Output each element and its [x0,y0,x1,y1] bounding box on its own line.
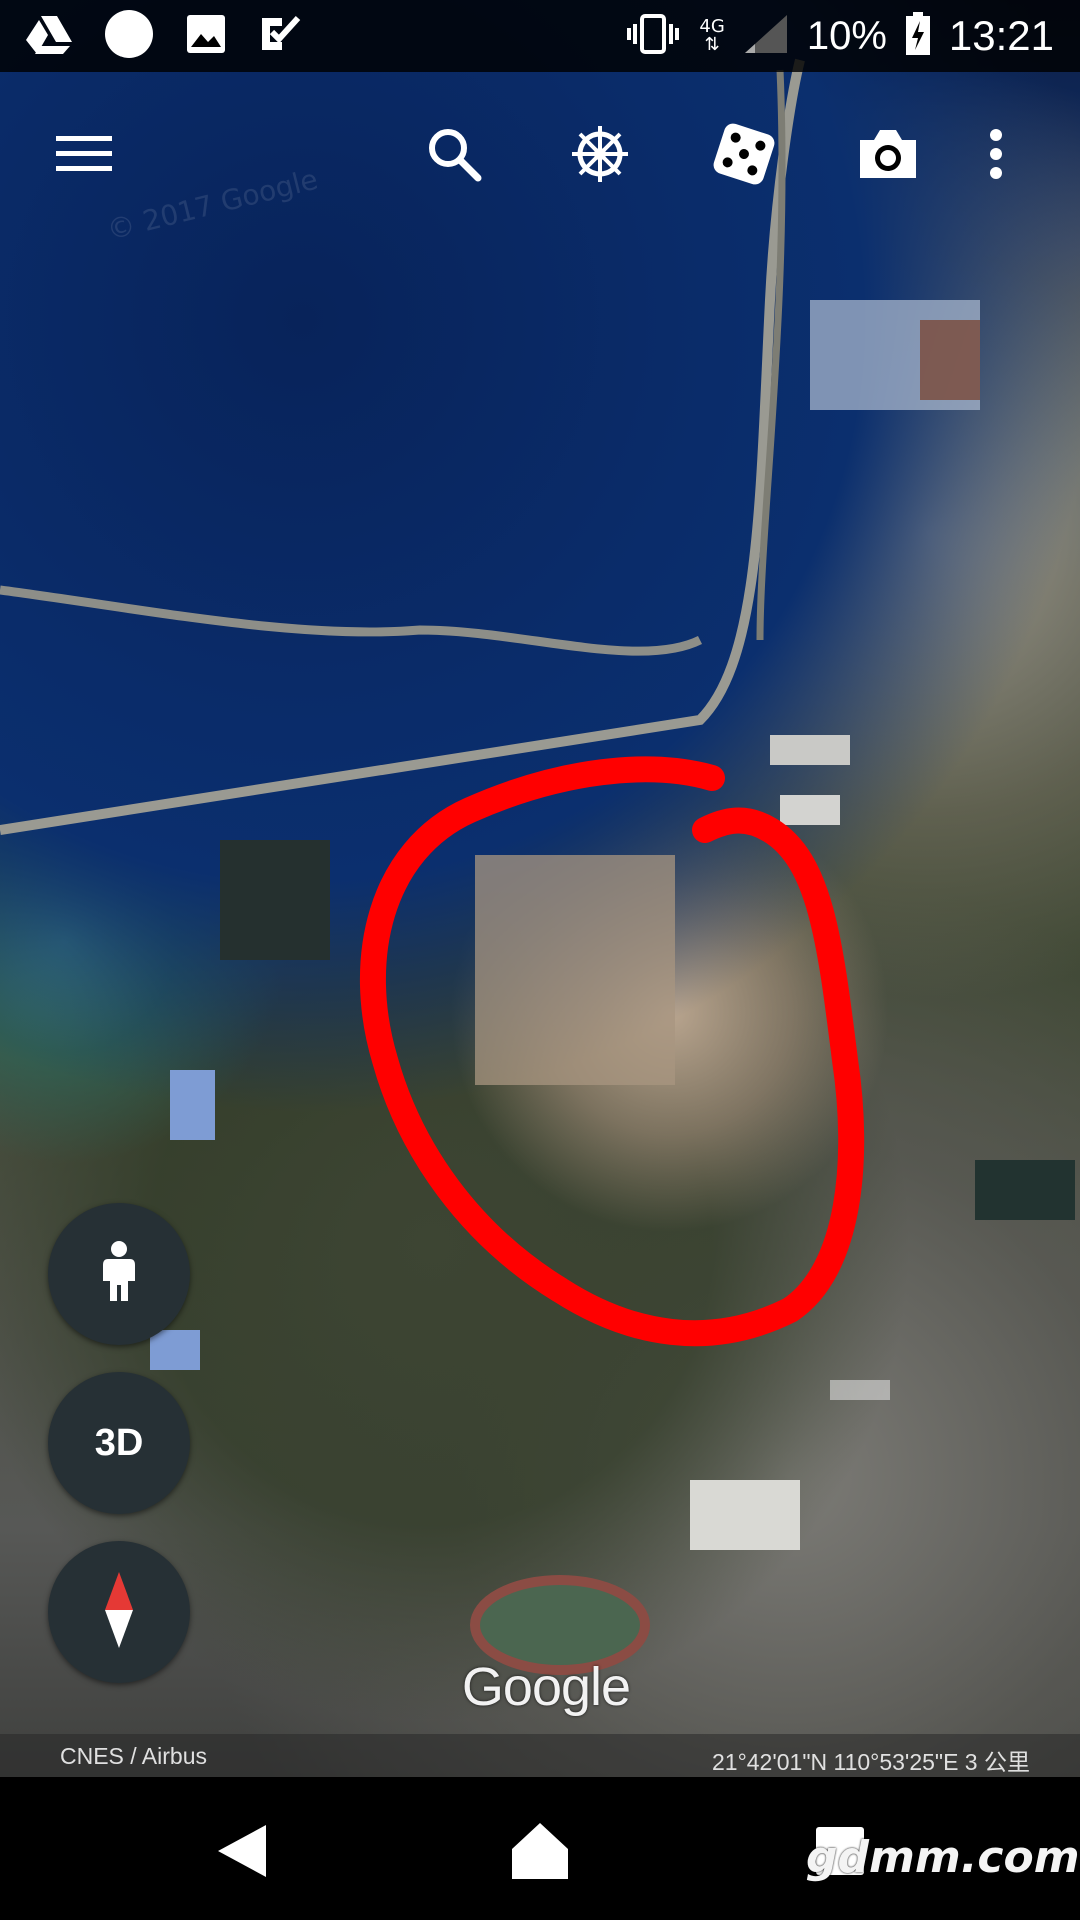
coordinates-scale: 21°42'01"N 110°53'25"E 3 公里 [711,1749,1030,1775]
white-building [770,735,850,765]
search-button[interactable] [406,96,502,216]
tasks-icon [258,14,302,58]
home-icon [508,1819,572,1887]
large-building [690,1480,800,1550]
voyager-button[interactable] [552,96,648,216]
menu-icon [56,134,112,178]
satellite-map[interactable]: © 2017 Google [0,0,1080,1777]
data-arrows-icon: ⇅ [704,34,720,55]
search-icon [426,126,482,186]
pond [220,840,330,960]
pond [975,1160,1075,1220]
battery-percent: 10% [806,13,887,58]
back-button[interactable] [202,1821,282,1885]
village-area [475,855,675,1085]
clock: 13:21 [948,12,1054,59]
circle-icon [104,9,154,63]
google-logo: Google [461,1657,631,1717]
building [830,1380,890,1400]
signal-icon [743,13,789,59]
map-features: © 2017 Google [0,58,1075,1675]
pegman-icon [102,1241,136,1307]
blue-roof-building [170,1070,215,1140]
status-left-icons [26,9,334,63]
attribution-bar: CNES / Airbus 21°42'01"N 110°53'25"E 3 公… [0,1734,1080,1778]
camera-icon [856,126,920,186]
coastal-road [0,585,703,656]
blue-roof-building [150,1330,200,1370]
camera-button[interactable] [840,96,936,216]
top-toolbar [0,96,1080,216]
site-watermark: gdmm.com [806,1832,1080,1883]
more-icon [989,128,1003,184]
status-right-icons: 4G ⇅ 10% 13:21 [607,12,1054,60]
3d-toggle-button[interactable]: 3D [48,1372,190,1514]
street-view-button[interactable] [48,1203,190,1345]
vibrate-icon [625,14,681,58]
imagery-attribution: CNES / Airbus [60,1743,207,1769]
menu-button[interactable] [36,96,132,216]
back-icon [212,1821,272,1885]
home-button[interactable] [500,1821,580,1885]
white-building [780,795,840,825]
feeling-lucky-button[interactable] [696,96,792,216]
gallery-icon [186,14,226,58]
3d-label: 3D [94,1421,144,1464]
dice-icon [712,122,776,190]
compass-button[interactable] [48,1541,190,1683]
network-type: 4G ⇅ [699,18,724,54]
more-options-button[interactable] [966,96,1026,216]
status-bar: 4G ⇅ 10% 13:21 [0,0,1080,72]
battery-charging-icon [905,12,931,60]
brown-roof-building [920,320,980,400]
drive-icon [26,14,72,58]
voyager-icon [568,122,632,190]
compass-icon [99,1570,139,1654]
